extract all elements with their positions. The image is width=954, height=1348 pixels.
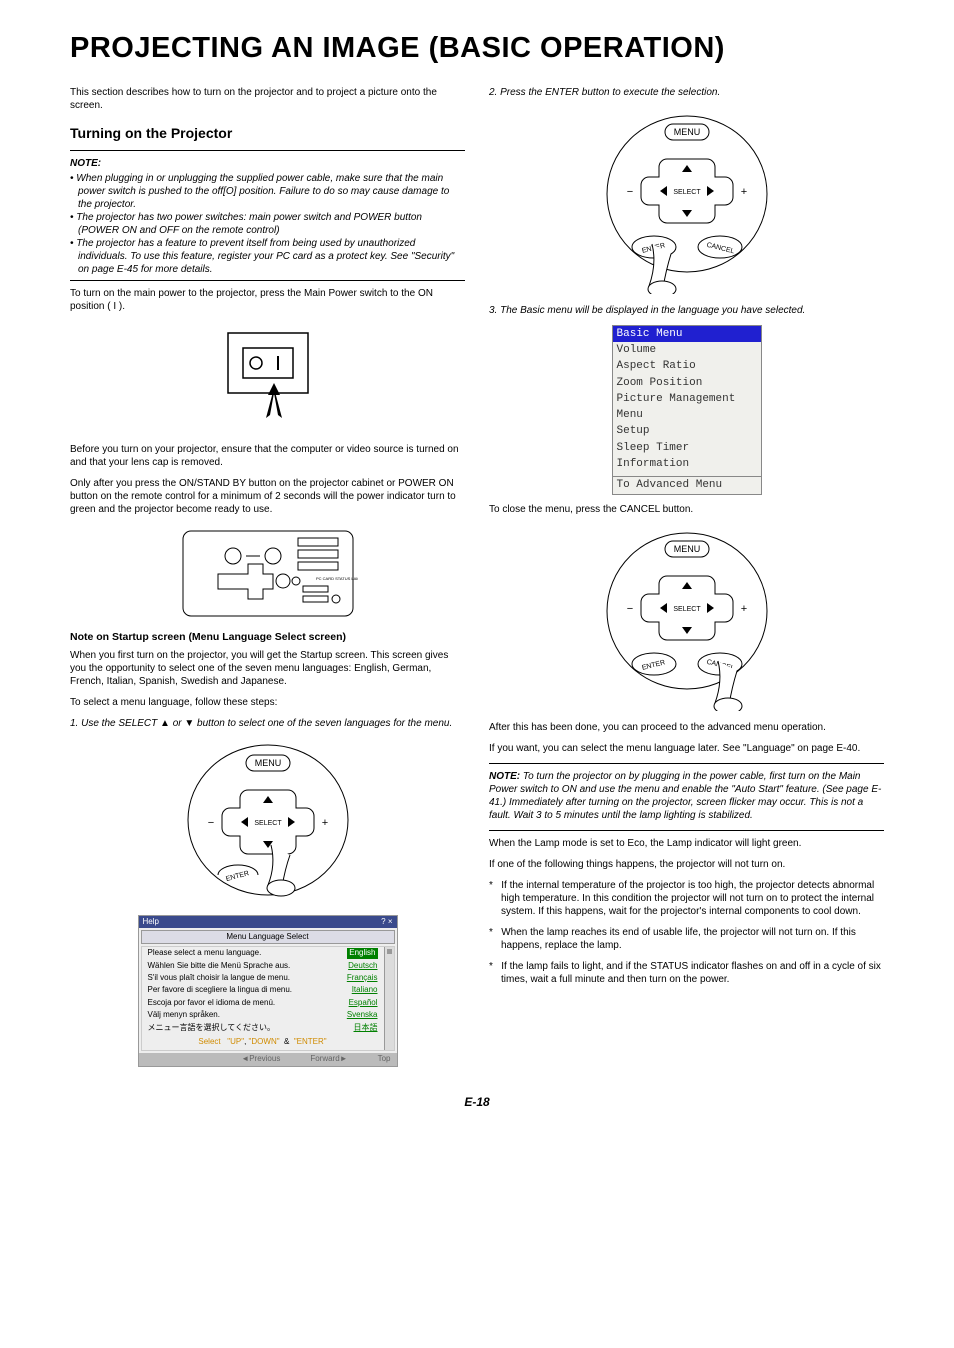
menu-item[interactable]: Setup (613, 423, 761, 439)
top-link[interactable]: Top (378, 1054, 391, 1064)
svg-text:MENU: MENU (254, 758, 281, 768)
turning-on-heading: Turning on the Projector (70, 124, 465, 142)
lang-row[interactable]: Wählen Sie bitte die Menü Sprache aus.De… (142, 960, 384, 972)
menu-item[interactable]: Information (613, 456, 761, 472)
menu-item[interactable]: Aspect Ratio (613, 358, 761, 374)
before-turn-on-text: Before you turn on your projector, ensur… (70, 443, 465, 469)
startup-heading: Note on Startup screen (Menu Language Se… (70, 631, 465, 645)
troubleshoot-item: If the internal temperature of the proje… (489, 879, 884, 918)
dialog-subtitle: Menu Language Select (141, 930, 395, 944)
lang-row[interactable]: S'il vous plaît choisir la langue de men… (142, 972, 384, 984)
dialog-controls: ? × (381, 917, 392, 927)
step-3: 3. The Basic menu will be displayed in t… (489, 304, 884, 317)
cabinet-buttons-icon: PC CARD STATUS LAMP (178, 526, 358, 621)
note-list: When plugging in or unplugging the suppl… (70, 172, 465, 276)
page-number: E-18 (70, 1095, 884, 1111)
dpad-select-icon: MENU SELECT − + ENTER (183, 740, 353, 905)
svg-text:MENU: MENU (673, 127, 700, 137)
after-text-2: If you want, you can select the menu lan… (489, 742, 884, 755)
startup-steps-intro: To select a menu language, follow these … (70, 696, 465, 709)
lamp-text: When the Lamp mode is set to Eco, the La… (489, 837, 884, 850)
menu-item[interactable]: Picture Management (613, 391, 761, 407)
select-hint: Select "UP", "DOWN" & "ENTER" (142, 1034, 384, 1050)
note-autostart: NOTE: To turn the projector on by pluggi… (489, 770, 884, 822)
lang-row[interactable]: Please select a menu language.English (142, 947, 384, 959)
lang-row[interactable]: Välj menyn språken.Svenska (142, 1009, 384, 1021)
note-item: The projector has two power switches: ma… (70, 211, 465, 237)
note-item: When plugging in or unplugging the suppl… (70, 172, 465, 211)
menu-item[interactable]: Menu (613, 407, 761, 423)
troubleshoot-item: When the lamp reaches its end of usable … (489, 926, 884, 952)
power-switch-icon (208, 323, 328, 433)
left-column: This section describes how to turn on th… (70, 86, 465, 1075)
menu-item[interactable]: Volume (613, 342, 761, 358)
dpad-enter-icon: MENU SELECT − + ENTER CANCEL (602, 109, 772, 294)
forward-link[interactable]: Forward► (310, 1054, 347, 1064)
note-item: The projector has a feature to prevent i… (70, 237, 465, 276)
page-title: PROJECTING AN IMAGE (BASIC OPERATION) (70, 30, 884, 68)
svg-text:SELECT: SELECT (673, 189, 701, 196)
svg-text:+: + (321, 817, 327, 829)
svg-text:−: − (626, 603, 632, 615)
svg-text:+: + (740, 186, 746, 198)
after-text-1: After this has been done, you can procee… (489, 721, 884, 734)
lang-row[interactable]: メニュー言語を選択してください。日本語 (142, 1022, 384, 1034)
troubleshoot-item: If the lamp fails to light, and if the S… (489, 960, 884, 986)
lamp-text-2: If one of the following things happens, … (489, 858, 884, 871)
basic-menu-title: Basic Menu (613, 326, 761, 342)
close-menu-text: To close the menu, press the CANCEL butt… (489, 503, 884, 516)
menu-item[interactable]: Zoom Position (613, 375, 761, 391)
right-column: 2. Press the ENTER button to execute the… (489, 86, 884, 1075)
troubleshoot-list: If the internal temperature of the proje… (489, 879, 884, 986)
language-select-dialog: Help ? × Menu Language Select Please sel… (138, 915, 398, 1067)
svg-text:−: − (207, 817, 213, 829)
main-power-text: To turn on the main power to the project… (70, 287, 465, 313)
svg-text:MENU: MENU (673, 544, 700, 554)
prev-link[interactable]: ◄Previous (241, 1054, 280, 1064)
advanced-menu-link[interactable]: To Advanced Menu (613, 476, 761, 493)
svg-text:PC CARD STATUS LAMP: PC CARD STATUS LAMP (316, 576, 358, 581)
dpad-cancel-icon: MENU SELECT − + ENTER CANCEL (602, 526, 772, 711)
svg-text:+: + (740, 603, 746, 615)
svg-text:SELECT: SELECT (673, 606, 701, 613)
dialog-title: Help (143, 917, 159, 927)
svg-text:ENTER: ENTER (225, 870, 250, 883)
startup-text: When you first turn on the projector, yo… (70, 649, 465, 688)
lang-row[interactable]: Per favore di scegliere la lingua di men… (142, 984, 384, 996)
step-1: 1. Use the SELECT ▲ or ▼ button to selec… (70, 717, 465, 730)
intro-text: This section describes how to turn on th… (70, 86, 465, 112)
svg-text:−: − (626, 186, 632, 198)
svg-text:SELECT: SELECT (254, 820, 282, 827)
standby-text: Only after you press the ON/STAND BY but… (70, 477, 465, 516)
lang-row[interactable]: Escoja por favor el idioma de menú.Españ… (142, 997, 384, 1009)
step-2: 2. Press the ENTER button to execute the… (489, 86, 884, 99)
basic-menu: Basic Menu Volume Aspect Ratio Zoom Posi… (612, 325, 762, 495)
note-label: NOTE: (70, 157, 465, 170)
menu-item[interactable]: Sleep Timer (613, 440, 761, 456)
